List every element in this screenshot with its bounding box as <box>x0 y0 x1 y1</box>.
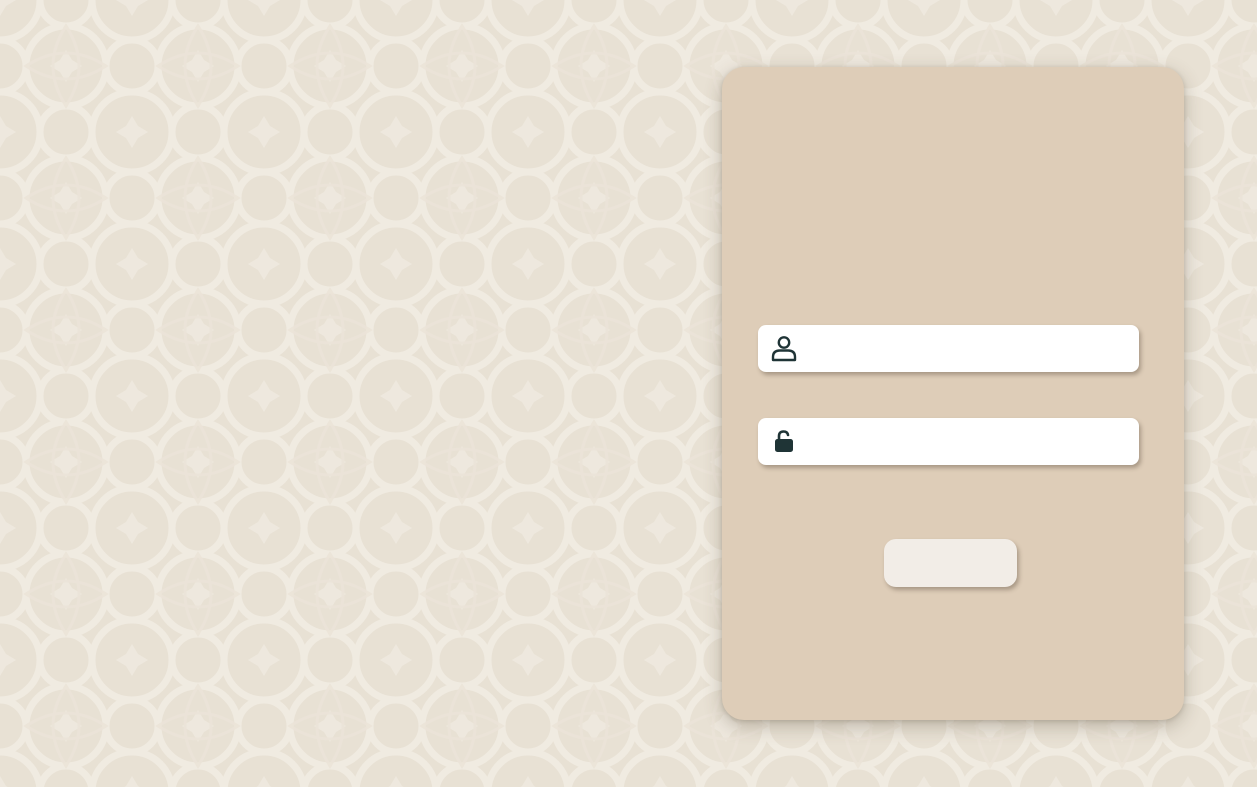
username-input[interactable] <box>808 325 1128 372</box>
lock-open-icon <box>770 427 798 455</box>
login-card <box>722 67 1184 720</box>
user-icon <box>770 334 798 362</box>
login-button[interactable] <box>884 539 1017 587</box>
username-field[interactable] <box>758 325 1139 372</box>
password-input[interactable] <box>808 418 1128 465</box>
password-field[interactable] <box>758 418 1139 465</box>
